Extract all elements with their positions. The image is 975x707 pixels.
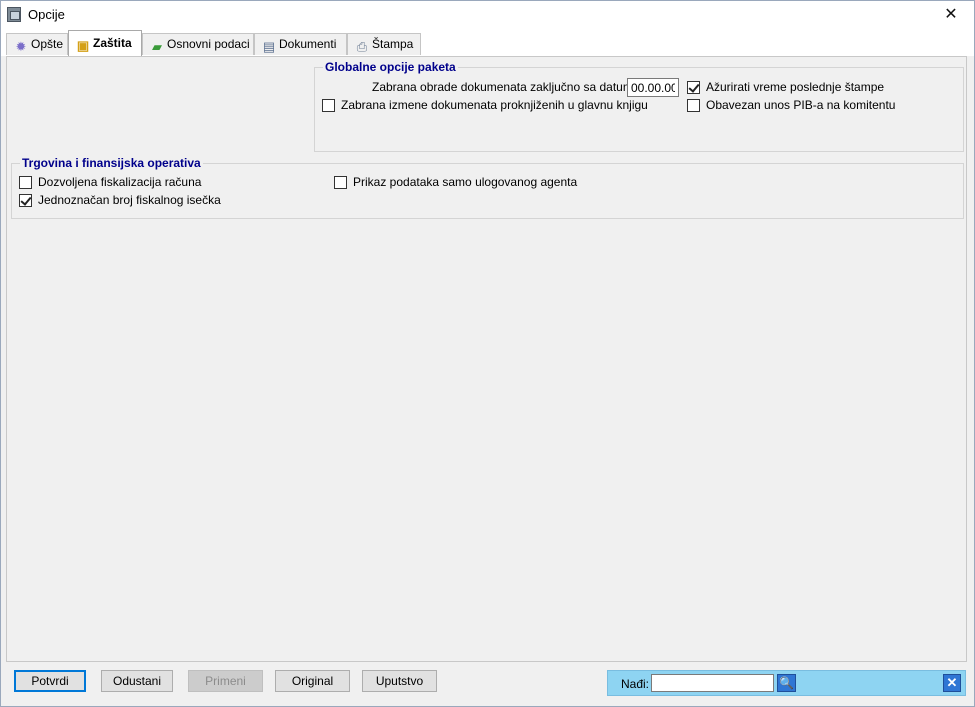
find-input[interactable] (651, 674, 774, 692)
lock-icon: ▣ (76, 38, 90, 53)
unique-receipt-number-checkbox[interactable]: Jednoznačan broj fiskalnog isečka (19, 193, 221, 207)
checkbox-box[interactable] (322, 98, 335, 112)
original-button[interactable]: Original (275, 670, 350, 692)
search-icon[interactable]: 🔍 (777, 674, 796, 692)
close-window-button[interactable]: ✕ (928, 1, 974, 29)
title-bar: Opcije ✕ (1, 1, 974, 29)
tab-dokumenti[interactable]: ▤ Dokumenti (254, 33, 347, 55)
allow-fiscalization-checkbox[interactable]: Dozvoljena fiskalizacija računa (19, 175, 201, 189)
checkbox-box[interactable] (334, 175, 347, 189)
folder-icon: ▰ (152, 39, 162, 54)
window-title: Opcije (28, 7, 65, 22)
tab-strip: ✹ Opšte ▣ Zaštita ▰ Osnovni podaci ▤ Dokumen… (1, 29, 974, 56)
help-button[interactable]: Uputstvo (362, 670, 437, 692)
app-icon (7, 7, 21, 22)
checkbox-box[interactable] (19, 193, 32, 207)
group-trade-ops: Trgovina i finansijska operativa Dozvolj… (11, 156, 964, 219)
options-window: Opcije ✕ ✹ Opšte ▣ Zaštita ▰ Osnovni podaci… (0, 0, 975, 707)
apply-button[interactable]: Primeni (188, 670, 263, 692)
gear-icon: ✹ (15, 39, 27, 54)
cancel-button[interactable]: Odustani (101, 670, 173, 692)
lock-date-label: Zabrana obrade dokumenata zaključno sa d… (372, 80, 653, 94)
confirm-button[interactable]: Potvrdi (14, 670, 86, 692)
lock-date-input[interactable] (627, 78, 679, 97)
group-title-global: Globalne opcije paketa (323, 60, 458, 74)
tab-content-zastita: Globalne opcije paketa Zabrana obrade do… (6, 56, 967, 662)
find-label: Nađi: (621, 677, 650, 691)
require-pib-checkbox[interactable]: Obavezan unos PIB-a na komitentu (687, 98, 895, 112)
checkbox-box[interactable] (19, 175, 32, 189)
close-icon[interactable]: ✕ (943, 674, 961, 692)
checkbox-box[interactable] (687, 80, 700, 94)
no-edit-posted-checkbox[interactable]: Zabrana izmene dokumenata proknjiženih u… (322, 98, 648, 112)
checkbox-box[interactable] (687, 98, 700, 112)
group-global-options: Globalne opcije paketa Zabrana obrade do… (314, 60, 964, 152)
update-print-time-checkbox[interactable]: Ažurirati vreme poslednje štampe (687, 80, 884, 94)
tab-stampa[interactable]: ⎙ Štampa (347, 33, 421, 55)
tab-opste[interactable]: ✹ Opšte (6, 33, 68, 55)
group-title-trade: Trgovina i finansijska operativa (20, 156, 203, 170)
agent-only-data-checkbox[interactable]: Prikaz podataka samo ulogovanog agenta (334, 175, 577, 189)
printer-icon: ⎙ (356, 39, 368, 54)
find-bar: Nađi: 🔍 ✕ (607, 670, 966, 696)
tab-osnovni-podaci[interactable]: ▰ Osnovni podaci (142, 33, 254, 55)
tab-zastita[interactable]: ▣ Zaštita (68, 30, 142, 56)
document-icon: ▤ (262, 39, 276, 54)
